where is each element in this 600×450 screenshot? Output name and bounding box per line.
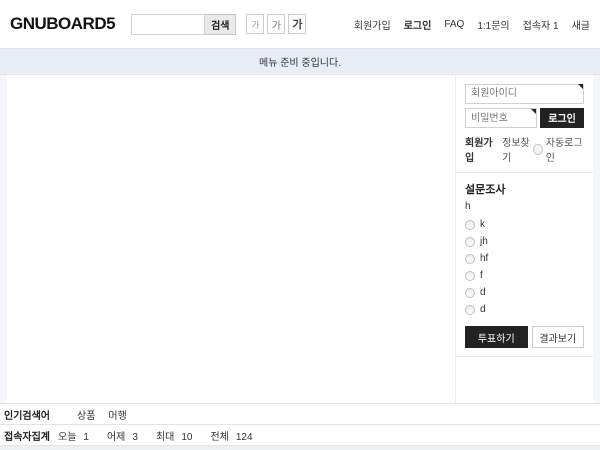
stat-value: 1 [83,432,89,443]
poll-question: h [465,201,584,212]
member-id-field-wrap [465,83,584,104]
stat-label: 최대 [156,428,174,443]
nav-faq-link[interactable]: FAQ [444,19,464,30]
poll-title: 설문조사 [465,181,584,197]
main-content-empty [7,75,455,403]
login-button[interactable]: 로그인 [540,108,584,128]
search-button[interactable]: 검색 [205,14,236,35]
stat-total: 전체 124 [210,428,252,443]
notice-message: 메뉴 준비 중입니다. [259,54,341,69]
font-size-medium-button[interactable]: 가 [267,14,285,34]
password-input[interactable] [465,108,537,128]
popular-search-row: 인기검색어 상품 머행 [0,403,600,424]
poll-option[interactable]: k [465,219,584,230]
login-box: 로그인 회원가입 정보찾기 자동로그인 [456,75,593,173]
popular-keyword-link[interactable]: 머행 [108,407,126,422]
popular-keyword-link[interactable]: 상품 [77,407,95,422]
search-form: 검색 [131,14,236,35]
main-area: 로그인 회원가입 정보찾기 자동로그인 설문조사 h k jh [7,75,593,403]
stat-value: 10 [181,432,192,443]
nav-newposts-link[interactable]: 새글 [572,17,590,32]
login-links-row: 회원가입 정보찾기 자동로그인 [465,134,584,164]
poll-option[interactable]: hf [465,253,584,264]
stat-label: 어제 [107,428,125,443]
top-nav: 회원가입 로그인 FAQ 1:1문의 접속자 1 새글 [354,17,590,32]
poll-option-radio-icon[interactable] [465,288,475,298]
poll-buttons-row: 투표하기 결과보기 [465,326,584,348]
auto-login-toggle[interactable]: 자동로그인 [533,134,584,164]
nav-login-link[interactable]: 로그인 [404,17,432,32]
poll-option[interactable]: d [465,287,584,298]
stat-max: 최대 10 [156,428,193,443]
stat-yesterday: 어제 3 [107,428,138,443]
notice-bar: 메뉴 준비 중입니다. [0,48,600,75]
nav-register-link[interactable]: 회원가입 [354,17,391,32]
poll-option-label: d [480,304,486,315]
stat-value: 3 [132,432,138,443]
site-logo[interactable]: GNUBOARD5 [10,14,115,34]
poll-result-button[interactable]: 결과보기 [532,326,584,348]
auto-login-checkbox-icon[interactable] [533,144,542,155]
poll-option[interactable]: jh [465,236,584,247]
auto-login-label: 자동로그인 [546,134,584,164]
find-info-link[interactable]: 정보찾기 [502,134,533,164]
font-size-buttons: 가 가 가 [246,14,306,34]
poll-option[interactable]: d [465,304,584,315]
poll-option-radio-icon[interactable] [465,254,475,264]
password-field-wrap [465,108,537,129]
visitor-stats-row: 접속자집계 오늘 1 어제 3 최대 10 전체 124 [0,424,600,445]
poll-option-radio-icon[interactable] [465,237,475,247]
poll-option[interactable]: f [465,270,584,281]
poll-option-label: f [480,270,483,281]
vote-button[interactable]: 투표하기 [465,326,528,348]
join-link[interactable]: 회원가입 [465,134,496,164]
poll-option-label: jh [480,236,488,247]
poll-option-radio-icon[interactable] [465,305,475,315]
poll-box: 설문조사 h k jh hf f d [456,173,593,357]
visitor-stats: 오늘 1 어제 3 최대 10 전체 124 [58,428,271,443]
stat-today: 오늘 1 [58,428,89,443]
site-header: GNUBOARD5 검색 가 가 가 회원가입 로그인 FAQ 1:1문의 접속… [0,0,600,48]
footer-strip [0,445,600,450]
sidebar: 로그인 회원가입 정보찾기 자동로그인 설문조사 h k jh [455,75,593,403]
visitor-stats-title: 접속자집계 [4,428,58,443]
nav-inquiry-link[interactable]: 1:1문의 [477,17,509,32]
stat-value: 124 [236,432,253,443]
stat-label: 오늘 [58,428,76,443]
poll-option-label: k [480,219,485,230]
poll-option-radio-icon[interactable] [465,220,475,230]
stat-label: 전체 [210,428,228,443]
nav-visitors-link[interactable]: 접속자 1 [523,17,559,32]
poll-option-radio-icon[interactable] [465,271,475,281]
popular-keywords: 상품 머행 [77,407,127,422]
font-size-large-button[interactable]: 가 [288,14,306,34]
font-size-small-button[interactable]: 가 [246,14,264,34]
poll-option-label: hf [480,253,488,264]
password-row: 로그인 [465,108,584,129]
member-id-input[interactable] [465,84,584,104]
search-input[interactable] [131,14,205,35]
popular-search-title: 인기검색어 [4,407,77,422]
poll-option-label: d [480,287,486,298]
